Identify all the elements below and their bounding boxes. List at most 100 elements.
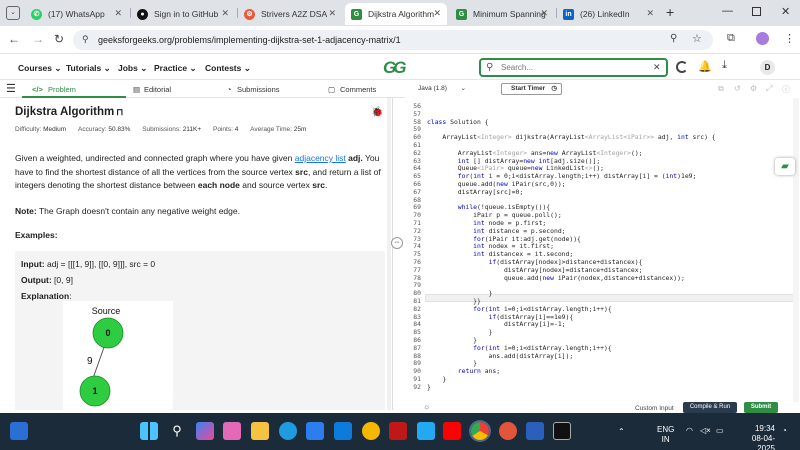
minimize-button[interactable]: — xyxy=(722,5,733,17)
code-line[interactable]: }} xyxy=(427,297,481,305)
chrome-icon[interactable] xyxy=(471,422,489,440)
code-line[interactable]: if(distArray[nodex]>distance+distancex){ xyxy=(427,258,643,266)
panel-resize-handle[interactable]: ⇔ xyxy=(391,98,405,410)
vscode-icon[interactable] xyxy=(417,422,435,440)
compile-run-button[interactable]: Compile & Run xyxy=(683,402,737,413)
chat-icon[interactable]: ▰ xyxy=(775,158,795,175)
code-line[interactable]: Queue<iPair> queue=new LinkedList<>(); xyxy=(427,164,604,172)
windows-start-icon[interactable] xyxy=(140,422,158,440)
code-line[interactable]: int nodex = it.first; xyxy=(427,242,554,250)
forward-icon[interactable]: → xyxy=(32,32,44,46)
menu-contests[interactable]: Contests ⌄ xyxy=(205,63,251,74)
code-line[interactable]: int distancex = it.second; xyxy=(427,250,573,258)
tab-comments[interactable]: Comments xyxy=(340,85,376,94)
battery-icon[interactable]: ▭ xyxy=(716,426,724,435)
bookmark-star-icon[interactable]: ☆ xyxy=(692,32,702,45)
tab-dijkstra[interactable]: G Dijkstra Algorithm ✕ xyxy=(345,3,447,25)
code-line[interactable]: ans.add(distArray[i]); xyxy=(427,352,574,360)
tab-search-icon[interactable]: ⌄ xyxy=(6,6,20,20)
menu-kebab-icon[interactable]: ⋮ xyxy=(784,32,795,45)
close-icon[interactable]: ✕ xyxy=(540,8,548,19)
download-icon[interactable]: ⤓ xyxy=(722,59,727,72)
tab-strivers[interactable]: ⚙ Strivers A2Z DSA ✕ xyxy=(238,3,342,25)
code-line[interactable]: queue.add(new iPair(src,0)); xyxy=(427,180,566,188)
code-line[interactable]: for(iPair it:adj.get(node)){ xyxy=(427,235,581,243)
volume-icon[interactable]: ◁× xyxy=(700,426,711,435)
reset-icon[interactable]: ↺ xyxy=(734,84,741,93)
mcafee-icon[interactable] xyxy=(389,422,407,440)
widgets-icon[interactable] xyxy=(223,422,241,440)
adjacency-list-link[interactable]: adjacency list xyxy=(295,153,346,163)
code-line[interactable]: queue.add(new iPair(nodex,distance+dista… xyxy=(427,274,685,282)
edge-icon[interactable] xyxy=(279,422,297,440)
code-editor[interactable]: 56 57 58 class Solution {59 60 ArrayList<Int… xyxy=(405,98,800,402)
code-line[interactable]: ArrayList<Integer> dijkstra(ArrayList<Ar… xyxy=(427,133,715,141)
code-line[interactable]: while(!queue.isEmpty()){ xyxy=(427,203,550,211)
drag-handle-icon[interactable]: ⇔ xyxy=(391,237,403,249)
settings-icon[interactable]: ⚙ xyxy=(750,84,757,93)
close-icon[interactable]: ✕ xyxy=(646,8,654,19)
code-line[interactable]: int node = p.first; xyxy=(427,219,546,227)
maximize-button[interactable] xyxy=(752,7,761,16)
new-tab-button[interactable]: + xyxy=(666,4,674,20)
wifi-icon[interactable]: ◠ xyxy=(686,426,693,435)
code-line[interactable]: return ans; xyxy=(427,367,500,375)
code-line[interactable]: ArrayList<Integer> ans=new ArrayList<Int… xyxy=(427,149,643,157)
file-explorer-icon[interactable] xyxy=(251,422,269,440)
start-widget-icon[interactable] xyxy=(10,422,28,440)
gfg-logo[interactable]: GG xyxy=(383,58,407,78)
problem-scrollbar[interactable] xyxy=(387,98,391,410)
submit-button[interactable]: Submit xyxy=(744,402,778,413)
tab-github[interactable]: ● Sign in to GitHub ✕ xyxy=(131,3,235,25)
code-line[interactable]: if(distArray[i]==1e9){ xyxy=(427,313,574,321)
code-line[interactable]: } xyxy=(427,375,446,383)
editor-scrollbar[interactable] xyxy=(793,98,799,402)
profile-icon[interactable] xyxy=(756,32,769,45)
menu-jobs[interactable]: Jobs ⌄ xyxy=(118,63,147,74)
chrome-canary-icon[interactable] xyxy=(362,422,380,440)
close-icon[interactable]: ✕ xyxy=(433,8,441,19)
tab-problem[interactable]: </> Problem xyxy=(22,81,126,98)
search-input[interactable]: Search... xyxy=(501,63,533,72)
code-line[interactable]: } xyxy=(427,289,493,297)
notification-icon[interactable]: ◔ xyxy=(782,426,787,435)
extensions-icon[interactable]: ⧉ xyxy=(727,32,735,45)
site-info-icon[interactable]: ⚲ xyxy=(82,34,89,45)
tray-chevron-icon[interactable]: ⌃ xyxy=(618,427,625,436)
code-line[interactable]: for(int i=0;i<distArray.length;i++){ xyxy=(427,344,612,352)
omnibox[interactable]: ⚲ geeksforgeeks.org/problems/implementin… xyxy=(73,30,713,50)
fullscreen-icon[interactable]: ⤢ xyxy=(766,84,772,94)
menu-practice[interactable]: Practice ⌄ xyxy=(154,63,197,74)
theme-toggle-icon[interactable] xyxy=(676,61,688,73)
tab-linkedin[interactable]: in (26) LinkedIn ✕ xyxy=(557,3,660,25)
menu-courses[interactable]: Courses ⌄ xyxy=(18,63,62,74)
menu-tutorials[interactable]: Tutorials ⌄ xyxy=(66,63,111,74)
reload-icon[interactable]: ↻ xyxy=(54,32,64,46)
zoom-icon[interactable]: ⚲ xyxy=(670,33,677,44)
code-line[interactable]: } xyxy=(427,359,477,367)
report-bug-icon[interactable]: 🐞 xyxy=(371,107,383,118)
clear-search-icon[interactable]: ✕ xyxy=(653,62,661,73)
info-icon[interactable]: ⓘ xyxy=(782,84,790,95)
search-box[interactable]: ⚲ Search... ✕ xyxy=(479,58,668,77)
store-icon[interactable] xyxy=(306,422,324,440)
url-text[interactable]: geeksforgeeks.org/problems/implementing-… xyxy=(98,35,401,45)
close-icon[interactable]: ✕ xyxy=(114,8,122,19)
code-line[interactable]: int distance = p.second; xyxy=(427,227,565,235)
code-line[interactable]: int [] distArray=new int[adj.size()]; xyxy=(427,157,600,165)
youtube-icon[interactable] xyxy=(443,422,461,440)
close-icon[interactable]: ✕ xyxy=(221,8,229,19)
code-line[interactable]: for(int i=0;i<distArray.length;i++){ xyxy=(427,305,612,313)
avatar[interactable]: D xyxy=(760,60,775,75)
browser-icon[interactable] xyxy=(499,422,517,440)
tab-whatsapp[interactable]: ✆ (17) WhatsApp ✕ xyxy=(25,3,128,25)
code-line[interactable]: } xyxy=(427,383,431,391)
code-line[interactable]: } xyxy=(427,328,493,336)
copilot-icon[interactable] xyxy=(196,422,214,440)
code-line[interactable]: class Solution { xyxy=(427,118,489,126)
terminal-icon[interactable] xyxy=(334,422,352,440)
code-line[interactable]: for(int i = 0;i<distArray.length;i++) di… xyxy=(427,172,697,180)
word-icon[interactable] xyxy=(526,422,544,440)
search-taskbar-icon[interactable]: ⚲ xyxy=(168,422,186,440)
code-line[interactable]: distArray[nodex]=distance+distancex; xyxy=(427,266,643,274)
